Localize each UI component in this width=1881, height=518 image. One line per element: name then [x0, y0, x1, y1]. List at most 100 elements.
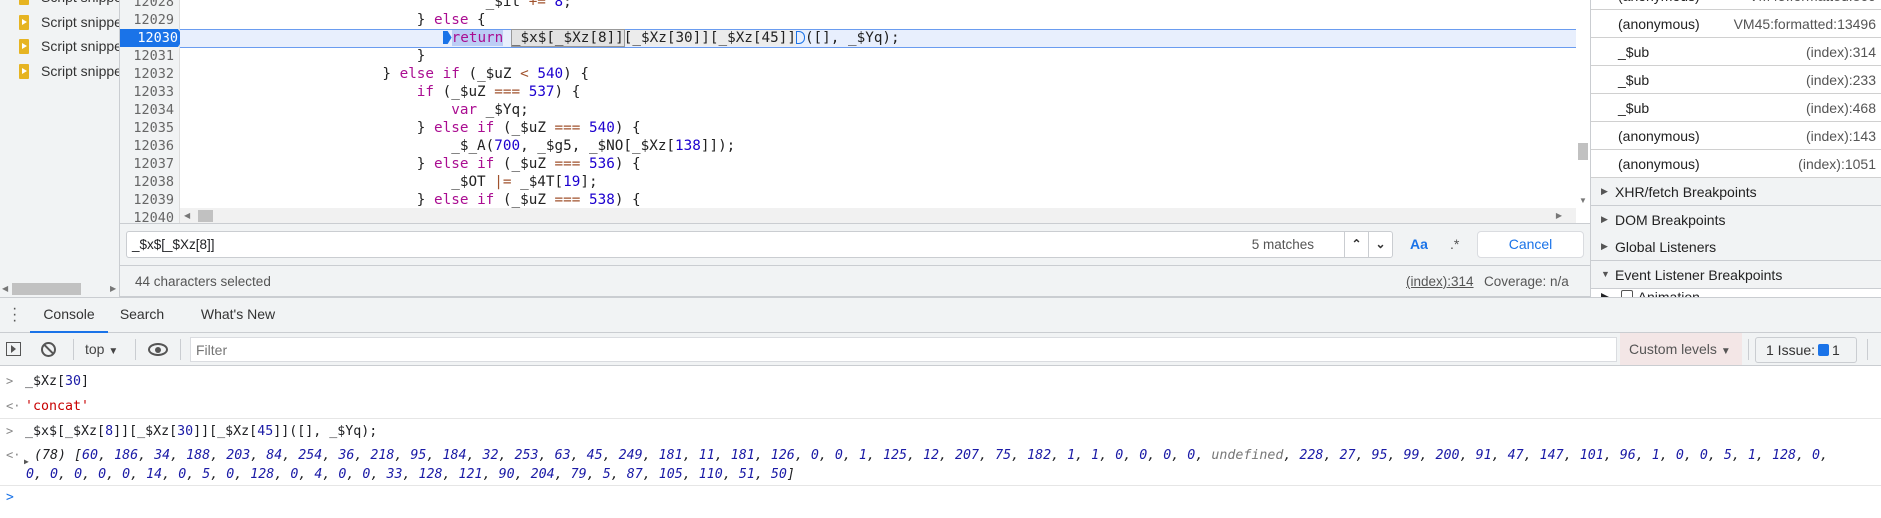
- call-frame[interactable]: (anonymous) (index):143: [1591, 122, 1881, 150]
- filter-input[interactable]: [191, 338, 1616, 361]
- animation-checkbox[interactable]: [1620, 290, 1633, 297]
- code-line[interactable]: if (_$uZ === 537) {: [180, 83, 581, 101]
- line-number[interactable]: 12040: [120, 209, 180, 223]
- line-number[interactable]: 12028: [120, 0, 180, 11]
- search-input[interactable]: _$x$[_$Xz[8]] 5 matches ⌃ ⌄: [126, 231, 1393, 258]
- file-item[interactable]: Script snippet: [0, 0, 119, 10]
- call-frame[interactable]: _$ub (index):314: [1591, 38, 1881, 66]
- line-number[interactable]: 12039: [120, 191, 180, 209]
- file-item[interactable]: Script snippet: [0, 35, 119, 59]
- tab-console[interactable]: Console: [30, 298, 108, 333]
- filter-input-box[interactable]: [190, 337, 1617, 362]
- section-event-listener-breakpoints[interactable]: ▼ Event Listener Breakpoints: [1591, 260, 1881, 289]
- code-line[interactable]: return _$x$[_$Xz[8]][_$Xz[30]][_$Xz[45]]…: [180, 29, 900, 47]
- code-line[interactable]: _$OT |= _$4T[19];: [180, 173, 597, 191]
- context-selector[interactable]: top ▼: [85, 341, 118, 357]
- section-dom-breakpoints[interactable]: ▶ DOM Breakpoints: [1591, 205, 1881, 234]
- code-line[interactable]: } else if (_$uZ < 540) {: [180, 65, 589, 83]
- file-item[interactable]: Script snippet: [0, 11, 119, 35]
- next-match-button[interactable]: ⌄: [1368, 232, 1392, 257]
- code-editor[interactable]: 12028 12029 12030 12031 12032 12033 12034 12035…: [120, 0, 1590, 224]
- scroll-right-icon[interactable]: ▶: [1556, 211, 1562, 220]
- scroll-right-icon[interactable]: ▶: [110, 284, 116, 293]
- match-case-button[interactable]: Aa: [1410, 236, 1428, 252]
- section-global-listeners[interactable]: ▶ Global Listeners: [1591, 233, 1881, 261]
- scrollbar-thumb[interactable]: [12, 283, 81, 295]
- code-line[interactable]: } else if (_$uZ === 538) {: [180, 191, 641, 209]
- console-output[interactable]: > _$Xz[30] <·'concat' > _$x$[_$Xz[8]][_$Xz[3…: [0, 366, 1881, 518]
- scrollbar-thumb[interactable]: [1578, 143, 1588, 160]
- call-frame[interactable]: _$ub (index):468: [1591, 94, 1881, 122]
- navigator-scrollbar[interactable]: ◀ ▶: [0, 282, 120, 296]
- inline-breakpoint-location-icon[interactable]: [795, 31, 805, 44]
- show-sidebar-icon[interactable]: [6, 342, 21, 356]
- frame-location[interactable]: (index):314: [1806, 44, 1876, 60]
- line-number[interactable]: 12033: [120, 83, 180, 101]
- file-item[interactable]: Script snippet: [0, 60, 119, 84]
- scroll-left-icon[interactable]: ◀: [184, 211, 190, 220]
- section-xhr-fetch-breakpoints[interactable]: ▶ XHR/fetch Breakpoints: [1591, 178, 1881, 206]
- console-input[interactable]: [24, 488, 1864, 508]
- log-levels-dropdown[interactable]: Custom levels ▼: [1620, 333, 1742, 365]
- array-value: 36: [338, 448, 355, 463]
- clear-console-icon[interactable]: [41, 342, 56, 357]
- line-number[interactable]: 12030: [120, 29, 184, 47]
- tab-search[interactable]: Search: [114, 298, 170, 333]
- scroll-down-icon[interactable]: ▼: [1579, 196, 1587, 205]
- code-line[interactable]: _$_A(700, _$g5, _$NO[_$Xz[138]]);: [180, 137, 735, 155]
- line-number[interactable]: 12034: [120, 101, 180, 119]
- inline-breakpoint-icon[interactable]: [442, 31, 452, 44]
- operator: ===: [554, 120, 581, 136]
- code-line[interactable]: } else if (_$uZ === 540) {: [180, 119, 641, 137]
- line-number[interactable]: 12032: [120, 65, 180, 83]
- drawer-tabbar: · · · Console Search What's New: [0, 297, 1881, 333]
- previous-match-button[interactable]: ⌃: [1344, 232, 1368, 257]
- frame-location[interactable]: (index):468: [1806, 100, 1876, 116]
- code-line[interactable]: } else {: [180, 11, 486, 29]
- console-message: > _$x$[_$Xz[8]][_$Xz[30]][_$Xz[45]]([], _…: [0, 422, 1881, 442]
- frame-location[interactable]: (index):143: [1806, 128, 1876, 144]
- operator: ===: [494, 84, 521, 100]
- debugger-sidebar: (anonymous)VM45:formatted:869(anonymous)…: [1590, 0, 1881, 297]
- message-text[interactable]: (78) [60, 186, 34, 188, 203, 84, 254, 36…: [26, 446, 1836, 484]
- array-value: 0: [98, 467, 107, 482]
- line-number[interactable]: 12031: [120, 47, 180, 65]
- line-number[interactable]: 12029: [120, 11, 180, 29]
- cancel-button[interactable]: Cancel: [1477, 231, 1584, 258]
- regex-button[interactable]: .*: [1450, 236, 1459, 252]
- code-line[interactable]: var _$Yq;: [180, 101, 528, 119]
- line-number[interactable]: 12038: [120, 173, 180, 191]
- editor-horizontal-scrollbar[interactable]: ◀ ▶: [180, 208, 1576, 223]
- array-value: undefined: [1211, 448, 1284, 463]
- search-query[interactable]: _$x$[_$Xz[8]]: [132, 237, 215, 252]
- live-expression-eye-icon[interactable]: [148, 343, 168, 356]
- frame-location[interactable]: (index):233: [1806, 72, 1876, 88]
- call-frame[interactable]: (anonymous) VM45:formatted:869: [1591, 0, 1881, 10]
- tab-whats-new[interactable]: What's New: [192, 298, 284, 333]
- call-frame[interactable]: (anonymous) (index):1051: [1591, 150, 1881, 178]
- line-number[interactable]: 12037: [120, 155, 180, 173]
- message-text: _$Xz[30]: [25, 372, 89, 391]
- scroll-left-icon[interactable]: ◀: [2, 284, 8, 293]
- line-number-gutter[interactable]: 12028 12029 12030 12031 12032 12033 12034 12035…: [120, 0, 184, 223]
- code-line[interactable]: }: [180, 47, 426, 65]
- frame-location[interactable]: VM45:formatted:869: [1749, 0, 1876, 4]
- source-location-link[interactable]: (index):314: [1406, 274, 1474, 289]
- call-frame[interactable]: _$ub (index):233: [1591, 66, 1881, 94]
- line-number[interactable]: 12036: [120, 137, 180, 155]
- editor-vertical-scrollbar[interactable]: ▼: [1576, 0, 1590, 210]
- code-text: ]]([], _$Yq);: [273, 424, 378, 439]
- console-prompt-icon[interactable]: >: [6, 490, 14, 505]
- event-category-animation[interactable]: ▶ Animation: [1601, 289, 1700, 297]
- code-line[interactable]: _$it += 8;: [180, 0, 572, 11]
- code-line[interactable]: } else if (_$uZ === 536) {: [180, 155, 641, 173]
- more-tabs-kebab-icon[interactable]: · · ·: [12, 301, 17, 329]
- scrollbar-thumb[interactable]: [198, 210, 213, 222]
- frame-location[interactable]: VM45:formatted:13496: [1734, 16, 1876, 32]
- line-number[interactable]: 12035: [120, 119, 180, 137]
- call-frame[interactable]: (anonymous) VM45:formatted:13496: [1591, 10, 1881, 38]
- issues-button[interactable]: 1 Issue: 1: [1755, 337, 1857, 363]
- frame-location[interactable]: (index):1051: [1798, 156, 1876, 172]
